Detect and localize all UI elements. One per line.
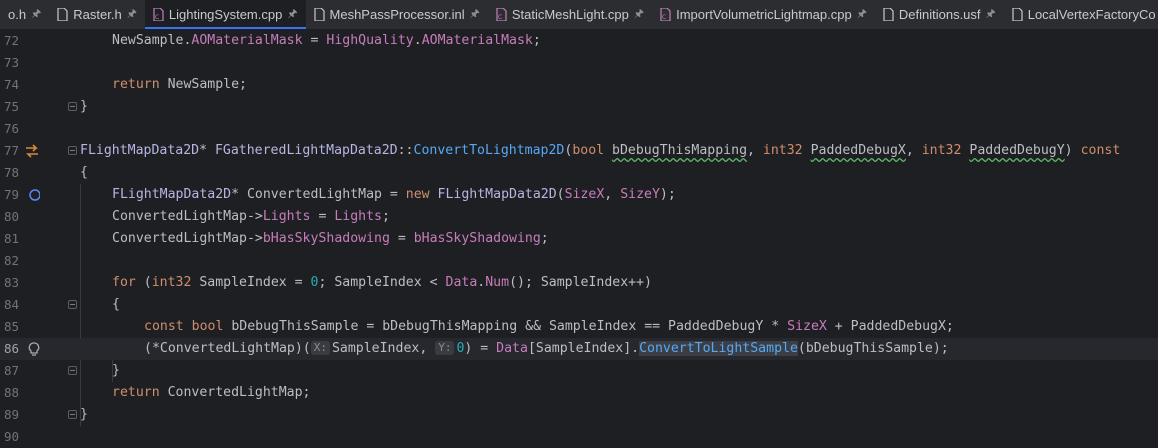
tab-label: MeshPassProcessor.inl (329, 7, 465, 22)
tab-label: Raster.h (73, 7, 122, 22)
selected-identifier[interactable]: ConvertToLightSample (639, 341, 798, 356)
line-number: 73 (3, 55, 19, 70)
pin-icon[interactable]: 🖈 (287, 5, 297, 24)
fold-marker-icon[interactable] (68, 146, 77, 155)
breakpoint-circle-icon[interactable] (24, 187, 41, 203)
shader-file-icon (1012, 8, 1023, 21)
line-number: 79 (3, 187, 19, 202)
fold-marker-icon[interactable] (68, 102, 77, 111)
line-number: 87 (3, 363, 19, 378)
code-line[interactable]: 76 (0, 118, 1158, 140)
code-line[interactable]: 73 (0, 52, 1158, 74)
code-line[interactable]: 84 { (0, 294, 1158, 316)
lightbulb-icon[interactable] (24, 341, 40, 357)
line-number: 81 (3, 231, 19, 246)
code-line[interactable]: 87 } (0, 360, 1158, 382)
tab-label: LightingSystem.cpp (168, 7, 283, 22)
tab-label: Definitions.usf (898, 7, 981, 22)
svg-text:C: C (662, 14, 666, 21)
svg-text:C: C (498, 14, 502, 21)
line-number: 78 (3, 165, 19, 180)
pin-icon[interactable]: 🖈 (634, 5, 644, 24)
line-number: 72 (3, 33, 19, 48)
line-number: 75 (3, 99, 19, 114)
tab-lightingsystem-cpp[interactable]: C LightingSystem.cpp 🖈 (144, 0, 306, 29)
tab-importvolumetriclightmap-cpp[interactable]: C ImportVolumetricLightmap.cpp 🖈 (652, 0, 875, 29)
tab-staticmeshlight-cpp[interactable]: C StaticMeshLight.cpp 🖈 (488, 0, 652, 29)
line-number: 76 (3, 121, 19, 136)
line-number: 84 (3, 297, 19, 312)
code-line[interactable]: 89 } (0, 404, 1158, 426)
override-arrows-icon[interactable] (24, 143, 40, 159)
line-number: 77 (3, 143, 19, 158)
cpp-file-icon: C (496, 8, 507, 21)
shader-file-icon (883, 8, 894, 21)
header-file-icon (313, 8, 325, 21)
tab-raster-h[interactable]: Raster.h 🖈 (49, 0, 145, 29)
line-number: 88 (3, 385, 19, 400)
pin-icon[interactable]: 🖈 (986, 5, 996, 24)
code-line[interactable]: 81 ConvertedLightMap->bHasSkyShadowing =… (0, 228, 1158, 250)
pin-icon[interactable]: 🖈 (857, 5, 867, 24)
tab-label: ImportVolumetricLightmap.cpp (676, 7, 852, 22)
fold-marker-icon[interactable] (68, 300, 77, 309)
code-line[interactable]: 85 const bool bDebugThisSample = bDebugT… (0, 316, 1158, 338)
code-line[interactable]: 77 FLightMapData2D* FGatheredLightMapDat… (0, 140, 1158, 162)
code-line[interactable]: 79 FLightMapData2D* ConvertedLightMap = … (0, 184, 1158, 206)
tab-o-h[interactable]: o.h 🖈 (0, 0, 49, 29)
code-line[interactable]: 72 NewSample.AOMaterialMask = HighQualit… (0, 30, 1158, 52)
svg-text:C: C (155, 14, 159, 21)
line-number: 80 (3, 209, 19, 224)
line-number: 89 (3, 407, 19, 422)
pin-icon[interactable]: 🖈 (127, 5, 137, 24)
parameter-hint: X: (310, 341, 330, 355)
code-line[interactable]: 74 return NewSample; (0, 74, 1158, 96)
tab-label: StaticMeshLight.cpp (511, 7, 629, 22)
cpp-file-icon: C (153, 8, 164, 21)
fold-marker-icon[interactable] (68, 410, 77, 419)
pin-icon[interactable]: 🖈 (31, 5, 41, 24)
code-line[interactable]: 88 return ConvertedLightMap; (0, 382, 1158, 404)
code-line[interactable]: 83 for (int32 SampleIndex = 0; SampleInd… (0, 272, 1158, 294)
cpp-file-icon: C (660, 8, 671, 21)
code-line-current[interactable]: 86 (*ConvertedLightMap)(X: SampleIndex, Y… (0, 338, 1158, 360)
tab-localvertexfactory[interactable]: LocalVertexFactoryCo (1004, 0, 1158, 29)
header-file-icon (57, 8, 68, 21)
code-line[interactable]: 80 ConvertedLightMap->Lights = Lights; (0, 206, 1158, 228)
parameter-hint: Y: (435, 341, 455, 355)
tab-definitions-usf[interactable]: Definitions.usf 🖈 (875, 0, 1004, 29)
code-line[interactable]: 78 { (0, 162, 1158, 184)
code-line[interactable]: 75 } (0, 96, 1158, 118)
tab-meshpassprocessor-inl[interactable]: MeshPassProcessor.inl 🖈 (306, 0, 488, 29)
line-number: 86 (3, 341, 19, 356)
line-number: 83 (3, 275, 19, 290)
editor-tab-bar: o.h 🖈 Raster.h 🖈 C LightingSystem.cpp 🖈 … (0, 0, 1158, 30)
line-number: 74 (3, 77, 19, 92)
code-editor[interactable]: 72 NewSample.AOMaterialMask = HighQualit… (0, 30, 1158, 445)
tab-label: o.h (8, 7, 27, 22)
fold-marker-icon[interactable] (68, 366, 77, 375)
line-number: 82 (3, 253, 19, 268)
line-number: 85 (3, 319, 19, 334)
pin-icon[interactable]: 🖈 (470, 5, 480, 24)
code-line[interactable]: 82 (0, 250, 1158, 272)
tab-label: LocalVertexFactoryCo (1027, 7, 1156, 22)
